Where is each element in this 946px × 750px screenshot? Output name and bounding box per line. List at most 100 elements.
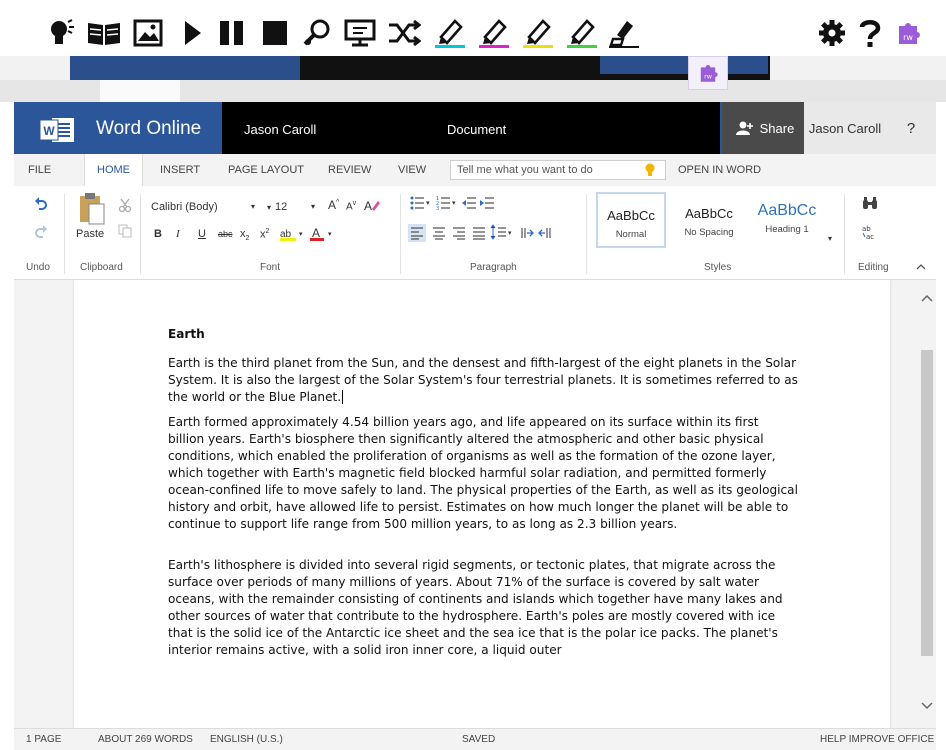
word-count[interactable]: ABOUT 269 WORDS (98, 734, 193, 745)
undo-icon[interactable] (34, 196, 48, 213)
grow-font-button[interactable]: A^ (328, 198, 339, 212)
paragraph-3[interactable]: Earth's lithosphere is divided into seve… (168, 557, 798, 659)
bullets-icon[interactable]: ▾ (410, 196, 432, 213)
svg-text:ab: ab (862, 225, 871, 233)
svg-text:A: A (312, 226, 320, 240)
italic-button[interactable]: I (176, 228, 180, 240)
font-name-select[interactable]: Calibri (Body) ▾ (150, 198, 260, 216)
subscript-button[interactable]: x2 (240, 228, 249, 242)
collapse-ribbon-icon[interactable] (916, 262, 926, 274)
replace-icon[interactable]: ab ac (862, 224, 878, 243)
svg-text:▾: ▾ (452, 200, 456, 207)
style-normal[interactable]: AaBbCc Normal (596, 192, 666, 248)
status-bar: 1 PAGE ABOUT 269 WORDS ENGLISH (U.S.) SA… (14, 728, 936, 750)
highlight-color-icon[interactable]: ab ▾ (280, 226, 306, 245)
scrollbar-thumb[interactable] (921, 350, 933, 656)
help-button[interactable]: ? (886, 102, 936, 154)
pause-icon[interactable] (214, 16, 250, 50)
cut-icon[interactable] (118, 198, 132, 215)
rw-floating-button[interactable]: rw (688, 56, 728, 90)
picture-dictionary-icon[interactable] (130, 16, 166, 50)
document-heading[interactable]: Earth (168, 326, 798, 343)
tab-file[interactable]: FILE (28, 154, 51, 186)
style-heading-1[interactable]: AaBbCc Heading 1 (750, 192, 824, 248)
align-center-icon[interactable] (430, 224, 448, 245)
redo-icon[interactable] (34, 224, 48, 241)
highlight-cyan-icon[interactable] (430, 16, 470, 50)
document-title[interactable]: Document (447, 122, 506, 137)
voice-note-icon[interactable] (340, 16, 380, 50)
numbering-icon[interactable]: 1 2 3 ▾ (436, 196, 458, 213)
line-spacing-icon[interactable]: ▾ (490, 224, 514, 245)
font-color-icon[interactable]: A ▾ (310, 226, 336, 245)
help-improve-office-link[interactable]: HELP IMPROVE OFFICE (820, 734, 934, 745)
rw-logo-icon: rw (700, 65, 718, 82)
highlight-green-icon[interactable] (562, 16, 602, 50)
stop-icon[interactable] (258, 16, 292, 50)
tab-page-layout[interactable]: PAGE LAYOUT (228, 154, 304, 186)
document-page[interactable]: Earth Earth is the third planet from the… (74, 280, 890, 728)
font-size-select[interactable]: ▾ 12 ▾ (266, 198, 316, 216)
paragraph-1[interactable]: Earth is the third planet from the Sun, … (168, 355, 798, 406)
word-online-window: W Word Online Jason Caroll Document Shar… (14, 102, 936, 750)
language-indicator[interactable]: ENGLISH (U.S.) (210, 734, 283, 745)
document-body[interactable]: Earth Earth is the third planet from the… (168, 326, 798, 667)
style-no-spacing[interactable]: AaBbCc No Spacing (672, 192, 746, 248)
user-name: Jason Caroll (244, 122, 317, 137)
superscript-button[interactable]: x2 (260, 228, 269, 241)
screen-mask-icon[interactable] (298, 16, 338, 50)
styles-more-button[interactable]: ▾ (828, 234, 832, 243)
ltr-icon[interactable] (518, 224, 534, 245)
undo-group-label: Undo (26, 262, 50, 273)
vertical-scrollbar[interactable] (918, 280, 936, 728)
paste-icon[interactable] (78, 192, 106, 229)
shrink-font-button[interactable]: Av (346, 200, 356, 212)
copy-icon[interactable] (118, 224, 132, 241)
align-right-icon[interactable] (450, 224, 468, 245)
open-in-word-button[interactable]: OPEN IN WORD (678, 154, 761, 186)
tab-review[interactable]: REVIEW (328, 154, 371, 186)
readwrite-toolbar: rw (0, 0, 946, 58)
page-count: 1 PAGE (26, 734, 62, 745)
svg-text:A: A (364, 199, 372, 212)
underline-button[interactable]: U (198, 228, 206, 240)
increase-indent-icon[interactable] (480, 196, 494, 213)
svg-text:▾: ▾ (299, 231, 303, 238)
decrease-indent-icon[interactable] (462, 196, 476, 213)
help-icon[interactable] (854, 16, 886, 50)
talking-head-icon[interactable] (44, 16, 78, 50)
app-name[interactable]: Word Online (96, 118, 201, 140)
paragraph-2[interactable]: Earth formed approximately 4.54 billion … (168, 414, 798, 533)
align-left-icon[interactable] (408, 224, 426, 242)
rtl-icon[interactable] (538, 224, 554, 245)
ribbon-tabs: FILE HOME INSERT PAGE LAYOUT REVIEW VIEW… (14, 154, 936, 186)
paragraph-group-label: Paragraph (470, 262, 517, 273)
translator-icon[interactable] (384, 16, 424, 50)
tab-insert[interactable]: INSERT (160, 154, 200, 186)
play-icon[interactable] (178, 16, 208, 50)
background-page (0, 56, 946, 102)
settings-icon[interactable] (814, 16, 850, 50)
bold-button[interactable]: B (154, 228, 162, 240)
lightbulb-icon (645, 163, 655, 176)
strikethrough-button[interactable]: abc (218, 229, 233, 239)
scroll-up-icon[interactable] (921, 294, 933, 302)
highlight-yellow-icon[interactable] (518, 16, 558, 50)
document-area: Earth Earth is the third planet from the… (14, 280, 936, 728)
tab-home[interactable]: HOME (84, 154, 143, 186)
justify-icon[interactable] (470, 224, 488, 245)
share-button[interactable]: Share (722, 102, 808, 154)
clear-highlights-icon[interactable] (604, 16, 644, 50)
dictionary-icon[interactable] (84, 16, 124, 50)
highlight-magenta-icon[interactable] (474, 16, 514, 50)
svg-text:▾: ▾ (426, 200, 430, 207)
account-button[interactable]: Jason Caroll (804, 102, 886, 154)
tab-view[interactable]: VIEW (398, 154, 426, 186)
find-icon[interactable] (862, 196, 878, 213)
word-logo-icon[interactable]: W (39, 116, 76, 144)
tell-me-input[interactable]: Tell me what you want to do (450, 160, 666, 180)
clear-formatting-icon[interactable]: A (364, 198, 380, 215)
scroll-down-icon[interactable] (921, 702, 933, 710)
rw-logo-icon[interactable]: rw (890, 16, 926, 50)
paste-label[interactable]: Paste (76, 228, 104, 240)
